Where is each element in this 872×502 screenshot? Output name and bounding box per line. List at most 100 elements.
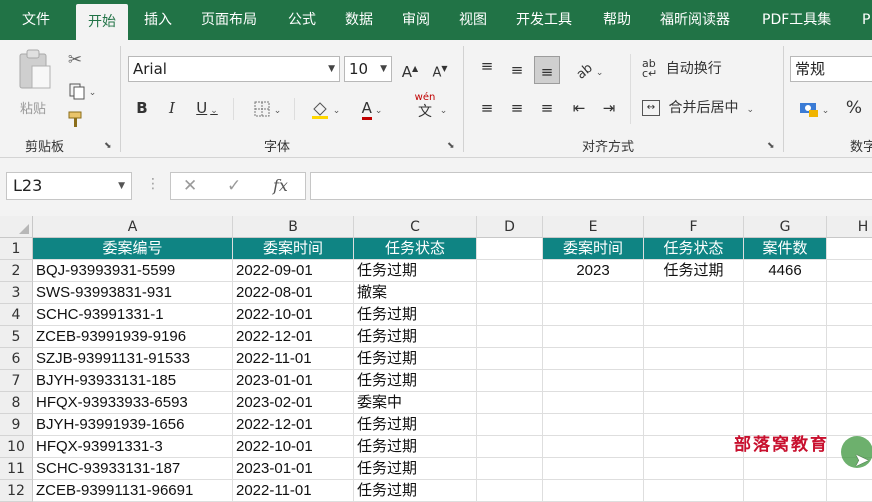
cell[interactable] (644, 458, 744, 480)
table-cell[interactable]: 撤案 (354, 282, 477, 304)
cell[interactable] (744, 348, 827, 370)
row-header-6[interactable]: 6 (0, 348, 33, 370)
table-cell[interactable]: 任务过期 (354, 458, 477, 480)
table-cell[interactable]: SCHC-93933131-187 (33, 458, 233, 480)
table-cell[interactable]: HFQX-93991331-3 (33, 436, 233, 458)
cell[interactable] (477, 414, 543, 436)
table-header-cell[interactable]: 委案编号 (33, 238, 233, 260)
table-cell[interactable]: 任务过期 (354, 370, 477, 392)
cell[interactable] (827, 238, 872, 260)
cell[interactable] (477, 392, 543, 414)
merge-center-button[interactable]: ↔ 合并后居中 ⌄ (642, 96, 772, 120)
cell[interactable] (827, 348, 872, 370)
chevron-down-icon[interactable]: ⌄ (436, 96, 448, 120)
cell[interactable] (543, 348, 644, 370)
row-header-7[interactable]: 7 (0, 370, 33, 392)
font-name-select[interactable]: Arial ▼ (128, 56, 340, 82)
row-header-12[interactable]: 12 (0, 480, 33, 502)
row-header-11[interactable]: 11 (0, 458, 33, 480)
tab-insert[interactable]: 插入 (144, 0, 172, 40)
cell[interactable] (477, 260, 543, 282)
cell[interactable] (543, 282, 644, 304)
cell[interactable] (477, 370, 543, 392)
formula-bar-grip-icon[interactable]: ⋮ (146, 176, 160, 192)
column-header-d[interactable]: D (477, 216, 543, 238)
row-header-5[interactable]: 5 (0, 326, 33, 348)
decrease-font-size-button[interactable]: A▼ (430, 57, 450, 81)
cell[interactable] (543, 480, 644, 502)
align-left-icon[interactable]: ≡ (476, 96, 498, 120)
cell[interactable] (477, 326, 543, 348)
table-cell[interactable]: 2022-11-01 (233, 480, 354, 502)
cell[interactable] (744, 480, 827, 502)
accounting-format-button[interactable]: ⌄ (794, 96, 834, 120)
column-header-f[interactable]: F (644, 216, 744, 238)
cell[interactable] (827, 282, 872, 304)
cell[interactable] (744, 392, 827, 414)
align-right-icon[interactable]: ≡ (536, 96, 558, 120)
table-cell[interactable]: 2022-10-01 (233, 304, 354, 326)
column-header-g[interactable]: G (744, 216, 827, 238)
tab-foxit-reader[interactable]: 福昕阅读器 (660, 0, 730, 40)
cell[interactable] (827, 326, 872, 348)
summary-cell[interactable]: 任务过期 (644, 260, 744, 282)
cell[interactable] (477, 458, 543, 480)
row-header-1[interactable]: 1 (0, 238, 33, 260)
alignment-launcher-icon[interactable]: ⬊ (767, 141, 775, 151)
paste-button[interactable]: 粘贴 (14, 48, 54, 120)
cell[interactable] (827, 260, 872, 282)
decrease-indent-icon[interactable]: ⇤ (568, 96, 590, 120)
tab-formulas[interactable]: 公式 (288, 0, 316, 40)
copy-icon[interactable]: ⌄ (64, 78, 100, 102)
row-header-9[interactable]: 9 (0, 414, 33, 436)
clipboard-launcher-icon[interactable]: ⬊ (104, 141, 112, 151)
table-cell[interactable]: ZCEB-93991131-96691 (33, 480, 233, 502)
table-cell[interactable]: 任务过期 (354, 326, 477, 348)
table-cell[interactable]: 任务过期 (354, 414, 477, 436)
table-cell[interactable]: 2023-01-01 (233, 458, 354, 480)
font-color-button[interactable]: A ⌄ (354, 96, 390, 120)
table-cell[interactable]: BQJ-93993931-5599 (33, 260, 233, 282)
cut-icon[interactable]: ✂ (64, 48, 86, 72)
summary-cell[interactable]: 2023 (543, 260, 644, 282)
borders-button[interactable]: ⌄ (244, 96, 290, 120)
row-header-2[interactable]: 2 (0, 260, 33, 282)
wrap-text-button[interactable]: ab c↵ 自动换行 (642, 57, 762, 81)
align-middle-icon[interactable]: ≡ (506, 58, 528, 82)
italic-button[interactable]: I (162, 96, 182, 120)
row-header-8[interactable]: 8 (0, 392, 33, 414)
tab-data[interactable]: 数据 (345, 0, 373, 40)
table-cell[interactable]: ZCEB-93991939-9196 (33, 326, 233, 348)
cell[interactable] (644, 414, 744, 436)
column-header-a[interactable]: A (33, 216, 233, 238)
row-header-10[interactable]: 10 (0, 436, 33, 458)
align-center-icon[interactable]: ≡ (506, 96, 528, 120)
tab-help[interactable]: 帮助 (603, 0, 631, 40)
summary-header-cell[interactable]: 委案时间 (543, 238, 644, 260)
tab-home[interactable]: 开始 (76, 4, 128, 40)
cell[interactable] (827, 304, 872, 326)
tab-review[interactable]: 审阅 (402, 0, 430, 40)
table-header-cell[interactable]: 任务状态 (354, 238, 477, 260)
table-cell[interactable]: 2022-11-01 (233, 348, 354, 370)
cell[interactable] (477, 304, 543, 326)
cell[interactable] (744, 282, 827, 304)
table-cell[interactable]: 2022-09-01 (233, 260, 354, 282)
cell[interactable] (543, 392, 644, 414)
tab-page-layout[interactable]: 页面布局 (201, 0, 257, 40)
table-cell[interactable]: SZJB-93991131-91533 (33, 348, 233, 370)
table-cell[interactable]: 2023-01-01 (233, 370, 354, 392)
cell[interactable] (477, 282, 543, 304)
cell[interactable] (477, 238, 543, 260)
cell[interactable] (644, 436, 744, 458)
summary-header-cell[interactable]: 案件数 (744, 238, 827, 260)
font-size-select[interactable]: 10 ▼ (344, 56, 392, 82)
number-format-select[interactable]: 常规 (790, 56, 872, 82)
cancel-icon[interactable]: ✕ (183, 176, 197, 196)
formula-input[interactable] (310, 172, 872, 200)
enter-icon[interactable]: ✓ (227, 176, 241, 196)
summary-header-cell[interactable]: 任务状态 (644, 238, 744, 260)
cell[interactable] (644, 392, 744, 414)
tab-file[interactable]: 文件 (22, 0, 50, 40)
cell[interactable] (827, 392, 872, 414)
